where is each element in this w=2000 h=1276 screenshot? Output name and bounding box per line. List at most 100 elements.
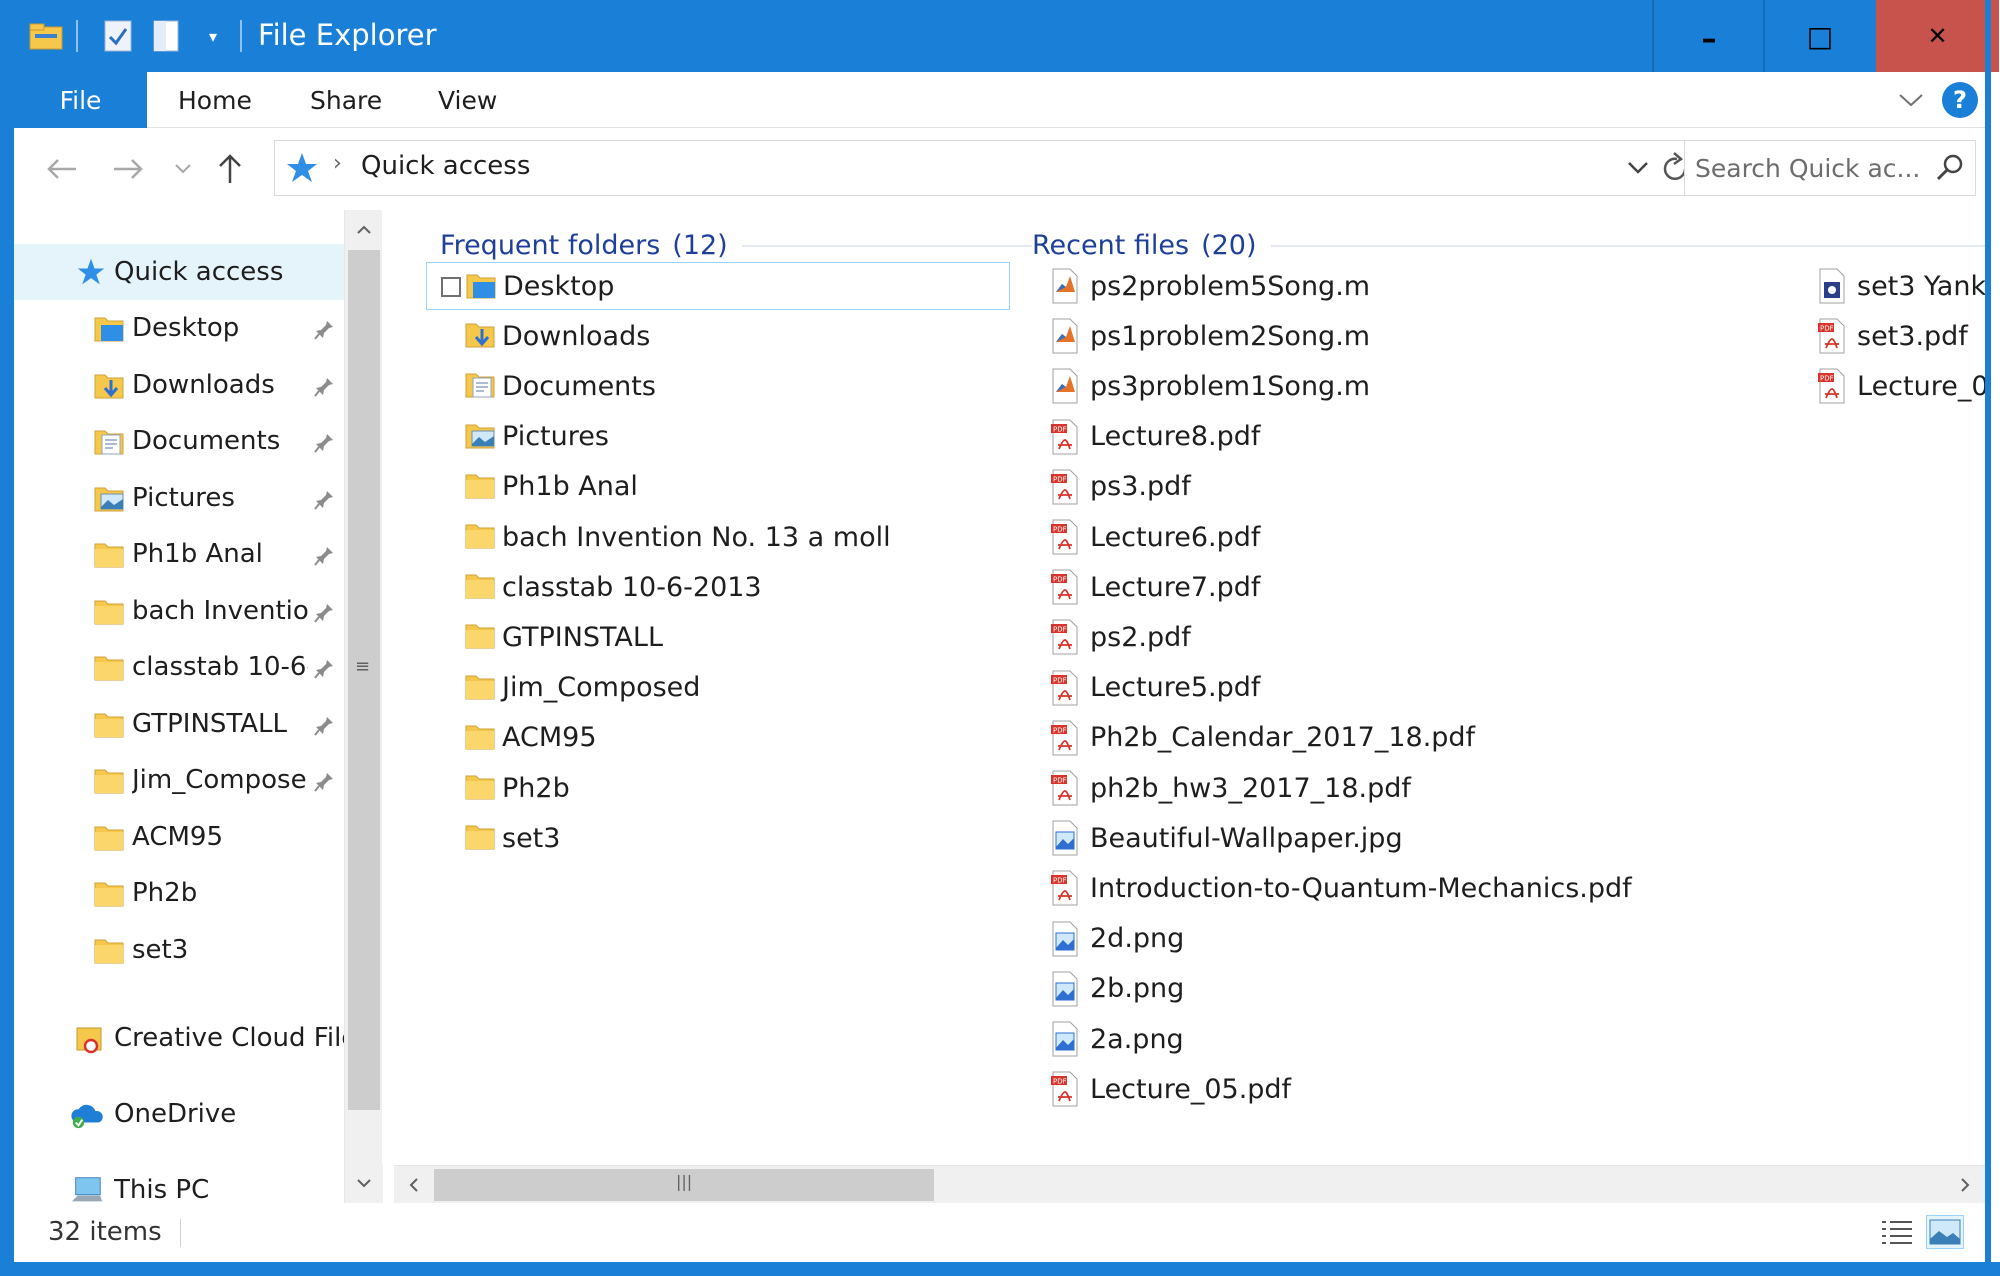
scrollbar-thumb[interactable]	[348, 250, 380, 1110]
sidebar-item[interactable]: Ph2b	[14, 865, 344, 921]
pdf-file-icon: PDF	[1050, 519, 1082, 555]
nav-onedrive[interactable]: OneDrive	[14, 1086, 344, 1142]
pin-icon[interactable]	[312, 652, 338, 682]
sidebar-item[interactable]: GTPINSTALL	[14, 696, 344, 752]
frequent-folders-heading[interactable]: Frequent folders (12)	[440, 230, 1032, 261]
frequent-folder-item[interactable]: set3	[426, 814, 1010, 862]
tab-file[interactable]: File	[14, 72, 147, 128]
tab-share[interactable]: Share	[310, 72, 382, 128]
back-button[interactable]	[42, 148, 82, 190]
recent-file-label: ps2.pdf	[1090, 621, 1191, 653]
frequent-folder-item[interactable]: GTPINSTALL	[426, 613, 1010, 661]
sidebar-item-label: Documents	[132, 426, 281, 456]
maximize-button[interactable]: □	[1765, 0, 1875, 72]
recent-locations-button[interactable]	[168, 148, 198, 190]
pin-icon[interactable]	[312, 596, 338, 626]
svg-text:PDF: PDF	[1053, 526, 1067, 534]
pin-icon[interactable]	[312, 709, 338, 739]
sidebar-item[interactable]: classtab 10-6-2013	[14, 639, 344, 695]
pin-icon[interactable]	[312, 426, 338, 456]
chevron-down-icon	[357, 1179, 371, 1188]
explorer-app-icon[interactable]	[26, 18, 66, 54]
new-folder-icon[interactable]	[146, 18, 186, 54]
pin-icon[interactable]	[312, 313, 338, 343]
sidebar-item[interactable]: Ph1b Anal	[14, 526, 344, 582]
scroll-up-button[interactable]	[345, 210, 383, 250]
scroll-left-button[interactable]	[394, 1166, 434, 1204]
recent-files-heading[interactable]: Recent files (20)	[1032, 230, 1985, 261]
search-box[interactable]	[1684, 140, 1976, 196]
frequent-folder-item[interactable]: Ph1b Anal	[426, 463, 1010, 511]
item-checkbox[interactable]	[441, 277, 461, 297]
sidebar-item[interactable]: Pictures	[14, 470, 344, 526]
recent-file-label: ps3problem1Song.m	[1090, 370, 1371, 402]
recent-file-label: Lecture7.pdf	[1090, 571, 1261, 603]
minimize-button[interactable]: –	[1654, 0, 1764, 72]
expand-ribbon-button[interactable]	[1896, 88, 1926, 112]
folder-icon	[464, 520, 498, 554]
nav-quick-access[interactable]: Quick access	[14, 244, 344, 300]
status-separator	[180, 1219, 181, 1247]
large-icons-view-button[interactable]	[1926, 1215, 1964, 1249]
customize-quick-access-icon[interactable]: ▾	[198, 18, 228, 54]
sidebar-item[interactable]: Desktop	[14, 300, 344, 356]
recent-file-label: 2b.png	[1090, 973, 1185, 1005]
frequent-folder-item[interactable]: ACM95	[426, 714, 1010, 762]
frequent-folder-label: GTPINSTALL	[502, 621, 663, 653]
breadcrumb-quick-access[interactable]: Quick access	[361, 151, 530, 181]
frequent-folder-item[interactable]: Ph2b	[426, 764, 1010, 812]
properties-icon[interactable]	[98, 18, 138, 54]
window-border-right	[1985, 0, 1991, 1276]
nav-creative-cloud-files[interactable]: Creative Cloud Files	[14, 1010, 344, 1066]
breadcrumb-separator[interactable]: ›	[333, 151, 342, 176]
recent-file-label: ps1problem2Song.m	[1090, 320, 1371, 352]
frequent-folder-item[interactable]: bach Invention No. 13 a moll	[426, 513, 1010, 561]
content-horizontal-scrollbar[interactable]: |||	[394, 1165, 1985, 1203]
pin-icon[interactable]	[312, 539, 338, 569]
pdf-file-icon: PDF	[1050, 419, 1082, 455]
sidebar-item[interactable]: ACM95	[14, 809, 344, 865]
scroll-down-button[interactable]	[345, 1163, 383, 1203]
frequent-folder-label: Desktop	[503, 270, 615, 302]
search-input[interactable]	[1695, 149, 1925, 187]
pin-icon[interactable]	[312, 483, 338, 513]
pin-icon[interactable]	[312, 370, 338, 400]
search-icon[interactable]	[1935, 153, 1965, 183]
title-bar: ▾ File Explorer – □ ✕	[14, 0, 1999, 72]
close-button[interactable]: ✕	[1876, 0, 1999, 72]
tab-view[interactable]: View	[438, 72, 497, 128]
frequent-folder-item[interactable]: Pictures	[426, 413, 1010, 461]
chevron-down-icon	[1899, 94, 1923, 107]
pin-icon[interactable]	[312, 765, 338, 795]
address-toolbar: › Quick access	[14, 128, 1985, 210]
sidebar-item-label: Desktop	[132, 313, 240, 343]
svg-text:PDF: PDF	[1053, 576, 1067, 584]
frequent-folder-item[interactable]: Desktop	[426, 262, 1010, 310]
sidebar-item[interactable]: Jim_Composed	[14, 752, 344, 808]
frequent-folder-item[interactable]: Documents	[426, 362, 1010, 410]
frequent-folder-item[interactable]: Downloads	[426, 312, 1010, 360]
sidebar-item[interactable]: bach Invention No. 13 a moll	[14, 583, 344, 639]
sidebar-item[interactable]: set3	[14, 922, 344, 978]
frequent-folder-item[interactable]: classtab 10-6-2013	[426, 563, 1010, 611]
scroll-right-button[interactable]	[1945, 1166, 1985, 1204]
window-border-left	[0, 0, 14, 1276]
minimize-icon: –	[1701, 21, 1717, 57]
forward-button[interactable]	[108, 148, 148, 190]
folder-icon	[464, 821, 498, 855]
desktop-folder-icon	[92, 311, 126, 345]
up-button[interactable]	[210, 148, 250, 190]
details-view-button[interactable]	[1878, 1215, 1916, 1249]
recent-file-label: set3.pdf	[1857, 320, 1968, 352]
help-button[interactable]: ?	[1942, 82, 1978, 118]
folder-icon	[464, 671, 498, 705]
sidebar-item[interactable]: Documents	[14, 413, 344, 469]
tab-home[interactable]: Home	[178, 72, 252, 128]
star-icon	[285, 151, 319, 185]
address-dropdown-button[interactable]	[1625, 155, 1651, 181]
address-bar[interactable]: › Quick access	[274, 140, 1696, 196]
frequent-folder-item[interactable]: Jim_Composed	[426, 664, 1010, 712]
window-title: File Explorer	[258, 18, 437, 52]
navigation-pane-scrollbar[interactable]: ≡	[344, 210, 383, 1203]
sidebar-item[interactable]: Downloads	[14, 357, 344, 413]
